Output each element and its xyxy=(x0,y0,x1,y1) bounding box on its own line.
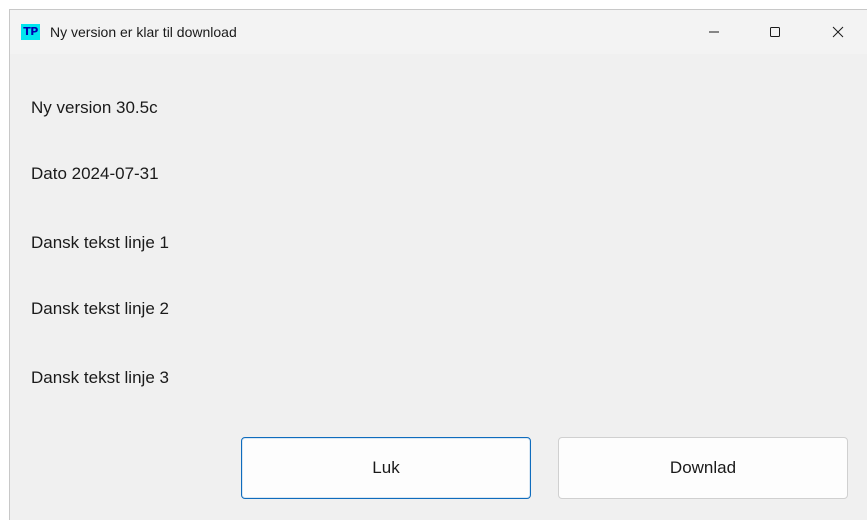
close-button[interactable]: Luk xyxy=(241,437,531,499)
window-title: Ny version er klar til download xyxy=(50,24,237,40)
download-button[interactable]: Downlad xyxy=(558,437,848,499)
minimize-button[interactable] xyxy=(691,10,737,54)
close-button-label: Luk xyxy=(372,458,400,477)
text-line-2: Dansk tekst linje 2 xyxy=(31,299,169,318)
text-line-1: Dansk tekst linje 1 xyxy=(31,233,169,252)
maximize-button[interactable] xyxy=(752,10,798,54)
close-window-button[interactable] xyxy=(815,10,861,54)
title-bar[interactable]: TP Ny version er klar til download xyxy=(10,10,867,54)
text-line-3: Dansk tekst linje 3 xyxy=(31,368,169,387)
maximize-icon xyxy=(770,27,780,37)
download-button-label: Downlad xyxy=(669,458,737,477)
close-icon xyxy=(832,26,844,38)
date-label: Dato 2024-07-31 xyxy=(31,164,159,183)
minimize-icon xyxy=(709,31,719,33)
app-icon: TP xyxy=(21,24,40,40)
dialog-window: TP Ny version er klar til download Ny ve… xyxy=(9,9,867,520)
version-label: Ny version 30.5c xyxy=(31,98,158,117)
